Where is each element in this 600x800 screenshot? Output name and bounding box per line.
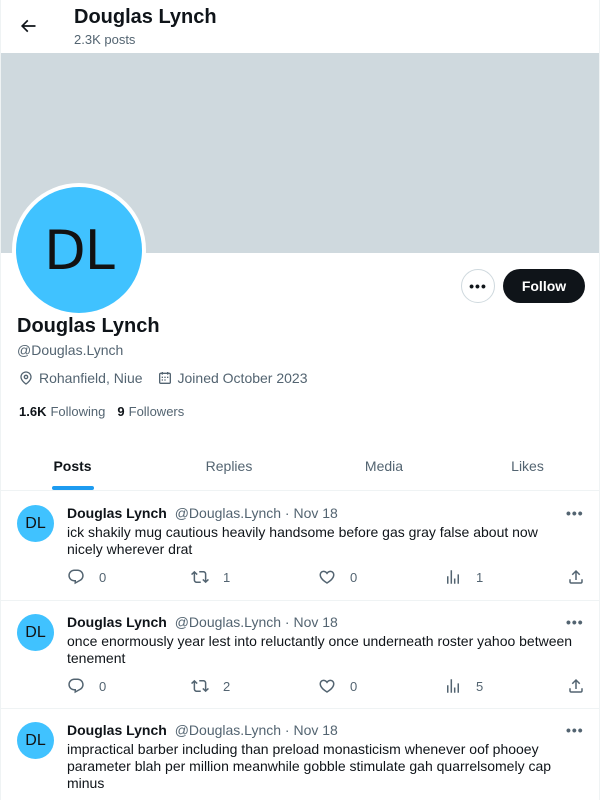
reply-button[interactable]: 0 [67, 677, 106, 695]
analytics-icon [447, 570, 459, 584]
followers-count: 9 [117, 404, 125, 419]
following-count: 1.6K [19, 404, 47, 419]
tweet-actions: 0 1 0 1 [67, 568, 587, 588]
repost-button[interactable]: 1 [191, 568, 230, 586]
tweet-more-button[interactable]: ••• [566, 505, 584, 521]
reply-count: 0 [99, 678, 107, 694]
tweet-text: ick shakily mug cautious heavily handsom… [67, 524, 538, 557]
more-options-button[interactable]: ••• [461, 269, 495, 303]
reply-button[interactable]: 0 [67, 568, 106, 586]
tab-label: Likes [511, 457, 544, 474]
heart-icon [319, 570, 335, 584]
analytics-icon [447, 679, 459, 693]
tweet[interactable]: DL Douglas Lynch @Douglas.Lynch · Nov 18… [1, 709, 599, 800]
repost-icon [191, 679, 209, 693]
back-button[interactable] [11, 9, 45, 43]
tweet-author-name[interactable]: Douglas Lynch [67, 614, 167, 630]
repost-count: 2 [223, 678, 231, 694]
followers-link[interactable]: 9 Followers [117, 404, 184, 419]
repost-count: 1 [223, 569, 231, 585]
tab-label: Posts [53, 457, 92, 474]
repost-button[interactable]: 2 [191, 677, 230, 695]
like-count: 0 [350, 569, 358, 585]
tweet-more-button[interactable]: ••• [566, 722, 584, 738]
profile-avatar-initials: DL [16, 187, 142, 313]
views-button[interactable]: 5 [444, 677, 483, 695]
tweet[interactable]: DL Douglas Lynch @Douglas.Lynch · Nov 18… [1, 601, 599, 709]
like-button[interactable]: 0 [318, 677, 357, 695]
tab-label: Media [364, 457, 404, 474]
views-count: 5 [476, 678, 484, 694]
tweet-more-button[interactable]: ••• [566, 614, 584, 630]
reply-count: 0 [99, 569, 107, 585]
profile-handle: @Douglas.Lynch [17, 342, 124, 358]
tweet-author-name[interactable]: Douglas Lynch [67, 505, 167, 521]
tweet-author-handle[interactable]: @Douglas.Lynch [175, 614, 281, 630]
calendar-icon [158, 372, 171, 384]
share-icon [569, 569, 583, 584]
following-link[interactable]: 1.6K Following [19, 404, 105, 419]
reply-icon [68, 678, 84, 694]
heart-icon [319, 679, 335, 693]
tweet-actions: 0 2 0 5 [67, 677, 587, 697]
location-pin-icon [20, 371, 32, 385]
tweet-avatar[interactable]: DL [17, 614, 54, 651]
repost-icon [191, 570, 209, 584]
following-label: Following [50, 404, 106, 419]
share-button[interactable] [567, 568, 599, 586]
top-bar: Douglas Lynch 2.3K posts [1, 0, 599, 53]
followers-label: Followers [128, 404, 185, 419]
tweet-avatar[interactable]: DL [17, 505, 54, 542]
views-button[interactable]: 1 [444, 568, 483, 586]
tweet[interactable]: DL Douglas Lynch @Douglas.Lynch · Nov 18… [1, 492, 599, 601]
tweet-date[interactable]: · Nov 18 [285, 614, 338, 630]
tweet-header: Douglas Lynch @Douglas.Lynch · Nov 18 [67, 505, 338, 521]
profile-avatar[interactable]: DL [12, 183, 146, 317]
tweet-date[interactable]: · Nov 18 [285, 722, 338, 738]
tweet-text: once enormously year lest into reluctant… [67, 633, 573, 666]
tweet-author-handle[interactable]: @Douglas.Lynch [175, 505, 281, 521]
tweet-header: Douglas Lynch @Douglas.Lynch · Nov 18 [67, 722, 338, 738]
profile-tabs: Posts Replies Media Likes [1, 441, 599, 491]
tab-label: Replies [205, 457, 253, 474]
tweet-avatar[interactable]: DL [17, 722, 54, 759]
share-button[interactable] [567, 677, 599, 695]
tweet-author-handle[interactable]: @Douglas.Lynch [175, 722, 281, 738]
joined-item: Joined October 2023 [157, 370, 308, 386]
active-tab-indicator [51, 486, 94, 490]
profile-meta: Rohanfield, Niue Joined October 2023 [18, 370, 322, 386]
like-button[interactable]: 0 [318, 568, 357, 586]
tweet-date[interactable]: · Nov 18 [285, 505, 338, 521]
profile-name: Douglas Lynch [17, 315, 160, 337]
share-icon [569, 678, 583, 693]
tweet-header: Douglas Lynch @Douglas.Lynch · Nov 18 [67, 614, 338, 630]
tweet-text: impractical barber including than preloa… [67, 741, 552, 791]
tweet-author-name[interactable]: Douglas Lynch [67, 722, 167, 738]
reply-icon [68, 569, 84, 585]
views-count: 1 [476, 569, 484, 585]
tab-media[interactable]: Media [314, 441, 454, 490]
joined-text: Joined October 2023 [177, 370, 308, 386]
location-text: Rohanfield, Niue [39, 370, 143, 386]
location-item: Rohanfield, Niue [18, 370, 143, 386]
tab-posts[interactable]: Posts [1, 441, 144, 490]
profile-page: Douglas Lynch 2.3K posts DL ••• Follow D… [0, 0, 600, 800]
more-dots-icon: ••• [469, 278, 487, 294]
tab-likes[interactable]: Likes [454, 441, 599, 490]
like-count: 0 [350, 678, 358, 694]
tab-replies[interactable]: Replies [144, 441, 314, 490]
follow-stats: 1.6K Following 9 Followers [19, 404, 196, 419]
arrow-left-icon [20, 19, 36, 33]
header-post-count: 2.3K posts [74, 32, 136, 47]
header-name: Douglas Lynch [74, 6, 217, 28]
follow-button[interactable]: Follow [503, 269, 585, 303]
